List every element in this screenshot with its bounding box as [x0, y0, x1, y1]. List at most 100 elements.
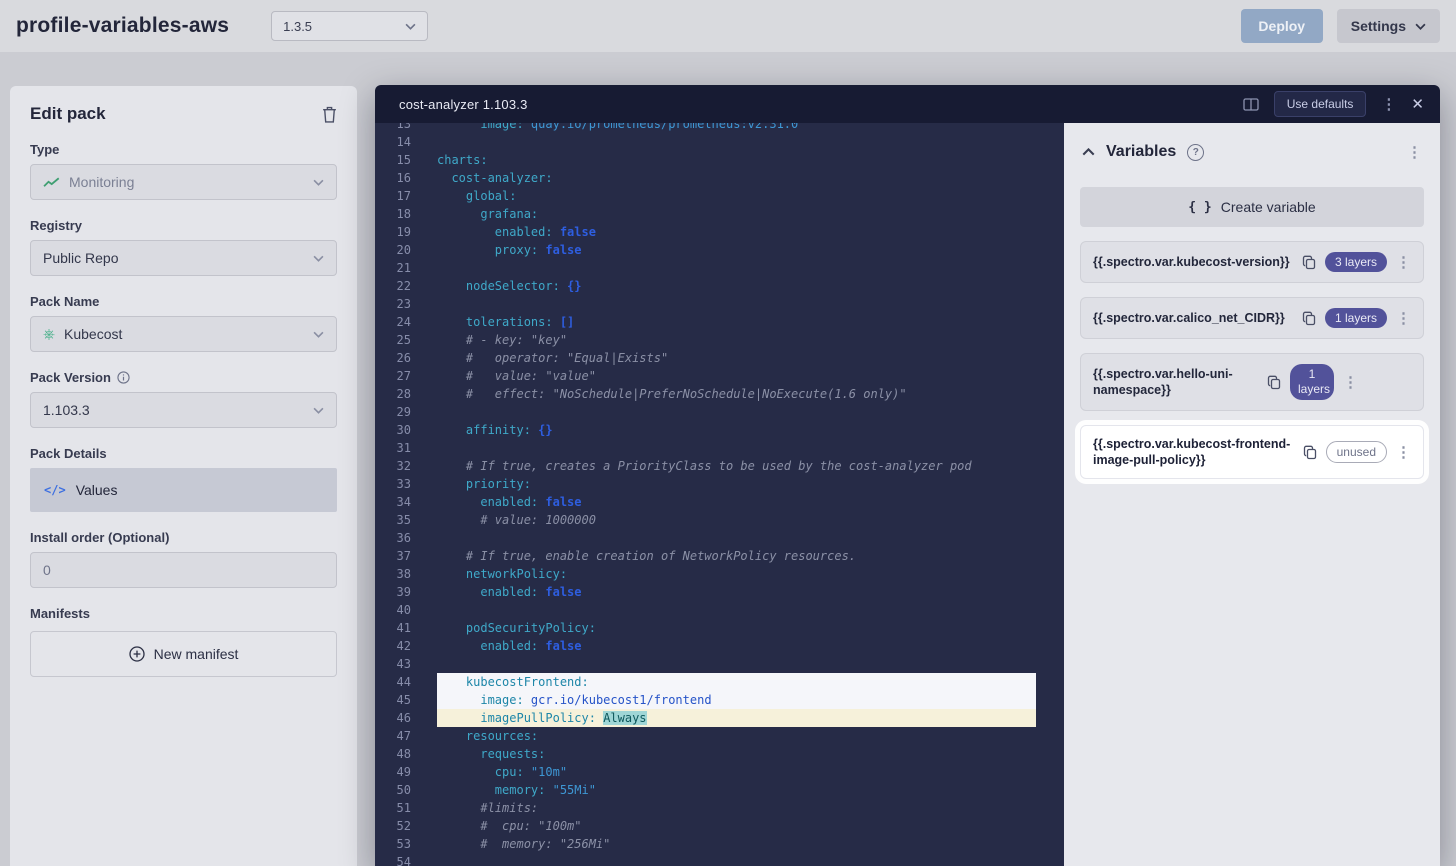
layers-badge: 1 layers: [1325, 308, 1387, 328]
code-line-15[interactable]: 15charts:: [375, 151, 1064, 169]
variables-kebab-icon[interactable]: ⋮: [1407, 145, 1422, 160]
type-label: Type: [30, 142, 337, 157]
pack-version-select[interactable]: 1.103.3: [30, 392, 337, 428]
variable-item[interactable]: {{.spectro.var.hello-uni-namespace}}1 la…: [1080, 353, 1424, 411]
code-line-37[interactable]: 37 # If true, enable creation of Network…: [375, 547, 1064, 565]
code-line-26[interactable]: 26 # operator: "Equal|Exists": [375, 349, 1064, 367]
install-order-input[interactable]: [30, 552, 337, 588]
new-manifest-button[interactable]: New manifest: [30, 631, 337, 677]
line-number: 28: [375, 385, 411, 403]
code-line-45[interactable]: 45 image: gcr.io/kubecost1/frontend: [375, 691, 1064, 709]
line-number: 17: [375, 187, 411, 205]
chevron-down-icon: [405, 23, 416, 30]
code-line-29[interactable]: 29: [375, 403, 1064, 421]
line-content: requests:: [437, 745, 1036, 763]
code-line-52[interactable]: 52 # cpu: "100m": [375, 817, 1064, 835]
code-line-41[interactable]: 41 podSecurityPolicy:: [375, 619, 1064, 637]
copy-icon[interactable]: [1302, 311, 1316, 326]
line-number: 16: [375, 169, 411, 187]
pack-details-values-tab[interactable]: </> Values: [30, 468, 337, 512]
braces-icon: { }: [1188, 200, 1211, 215]
editor-kebab-icon[interactable]: ⋮: [1381, 97, 1396, 112]
code-line-19[interactable]: 19 enabled: false: [375, 223, 1064, 241]
new-manifest-label: New manifest: [154, 646, 239, 662]
code-line-47[interactable]: 47 resources:: [375, 727, 1064, 745]
registry-select[interactable]: Public Repo: [30, 240, 337, 276]
layers-badge: 1 layers: [1290, 364, 1334, 400]
code-line-51[interactable]: 51 #limits:: [375, 799, 1064, 817]
line-number: 47: [375, 727, 411, 745]
code-line-25[interactable]: 25 # - key: "key": [375, 331, 1064, 349]
code-line-23[interactable]: 23: [375, 295, 1064, 313]
code-line-31[interactable]: 31: [375, 439, 1064, 457]
close-icon[interactable]: ✕: [1411, 97, 1424, 112]
variable-kebab-icon[interactable]: ⋮: [1396, 445, 1411, 460]
variable-item[interactable]: {{.spectro.var.kubecost-version}}3 layer…: [1080, 241, 1424, 283]
code-line-24[interactable]: 24 tolerations: []: [375, 313, 1064, 331]
code-line-28[interactable]: 28 # effect: "NoSchedule|PreferNoSchedul…: [375, 385, 1064, 403]
line-content: # - key: "key": [437, 331, 1036, 349]
code-line-44[interactable]: 44 kubecostFrontend:: [375, 673, 1064, 691]
code-line-35[interactable]: 35 # value: 1000000: [375, 511, 1064, 529]
line-number: 30: [375, 421, 411, 439]
code-line-13[interactable]: 13 image: quay.io/prometheus/prometheus:…: [375, 123, 1064, 133]
line-number: 31: [375, 439, 411, 457]
code-line-54[interactable]: 54: [375, 853, 1064, 866]
line-content: cpu: "10m": [437, 763, 1036, 781]
code-line-34[interactable]: 34 enabled: false: [375, 493, 1064, 511]
code-line-50[interactable]: 50 memory: "55Mi": [375, 781, 1064, 799]
copy-icon[interactable]: [1267, 375, 1281, 390]
code-line-14[interactable]: 14: [375, 133, 1064, 151]
code-line-39[interactable]: 39 enabled: false: [375, 583, 1064, 601]
help-icon[interactable]: ?: [1187, 144, 1204, 161]
page-title: profile-variables-aws: [16, 14, 229, 38]
code-line-18[interactable]: 18 grafana:: [375, 205, 1064, 223]
copy-icon[interactable]: [1302, 255, 1316, 270]
collapse-icon[interactable]: [1082, 148, 1095, 156]
deploy-button[interactable]: Deploy: [1241, 9, 1323, 43]
code-line-38[interactable]: 38 networkPolicy:: [375, 565, 1064, 583]
profile-version-select[interactable]: 1.3.5: [271, 11, 428, 41]
copy-icon[interactable]: [1303, 445, 1317, 460]
line-number: 36: [375, 529, 411, 547]
code-line-53[interactable]: 53 # memory: "256Mi": [375, 835, 1064, 853]
code-line-17[interactable]: 17 global:: [375, 187, 1064, 205]
code-line-33[interactable]: 33 priority:: [375, 475, 1064, 493]
variable-item[interactable]: {{.spectro.var.kubecost-frontend-image-p…: [1080, 425, 1424, 479]
code-line-21[interactable]: 21: [375, 259, 1064, 277]
type-select[interactable]: Monitoring: [30, 164, 337, 200]
chevron-down-icon: [313, 255, 324, 262]
chevron-down-icon: [313, 331, 324, 338]
line-content: [437, 133, 1036, 151]
variable-item[interactable]: {{.spectro.var.calico_net_CIDR}}1 layers…: [1080, 297, 1424, 339]
code-line-22[interactable]: 22 nodeSelector: {}: [375, 277, 1064, 295]
code-line-48[interactable]: 48 requests:: [375, 745, 1064, 763]
pack-version-label: Pack Version: [30, 370, 111, 385]
editor-header: cost-analyzer 1.103.3 Use defaults ⋮ ✕: [375, 85, 1440, 123]
diff-view-icon[interactable]: [1243, 98, 1259, 111]
variables-panel: Variables ? ⋮ { } Create variable {{.spe…: [1064, 123, 1440, 866]
code-line-16[interactable]: 16 cost-analyzer:: [375, 169, 1064, 187]
code-line-42[interactable]: 42 enabled: false: [375, 637, 1064, 655]
variable-kebab-icon[interactable]: ⋮: [1396, 311, 1411, 326]
pack-name-select[interactable]: ⎈ Kubecost: [30, 316, 337, 352]
code-line-30[interactable]: 30 affinity: {}: [375, 421, 1064, 439]
code-line-43[interactable]: 43: [375, 655, 1064, 673]
code-line-20[interactable]: 20 proxy: false: [375, 241, 1064, 259]
code-line-32[interactable]: 32 # If true, creates a PriorityClass to…: [375, 457, 1064, 475]
yaml-editor[interactable]: 13 image: quay.io/prometheus/prometheus:…: [375, 123, 1064, 866]
code-line-49[interactable]: 49 cpu: "10m": [375, 763, 1064, 781]
variable-kebab-icon[interactable]: ⋮: [1343, 375, 1358, 390]
line-content: priority:: [437, 475, 1036, 493]
top-bar-actions: Deploy Settings: [1241, 9, 1440, 43]
trash-icon[interactable]: [322, 106, 337, 123]
chevron-down-icon: [313, 407, 324, 414]
variable-kebab-icon[interactable]: ⋮: [1396, 255, 1411, 270]
settings-button[interactable]: Settings: [1337, 9, 1440, 43]
code-line-46[interactable]: 46 imagePullPolicy: Always: [375, 709, 1064, 727]
use-defaults-button[interactable]: Use defaults: [1274, 91, 1367, 117]
code-line-27[interactable]: 27 # value: "value": [375, 367, 1064, 385]
code-line-40[interactable]: 40: [375, 601, 1064, 619]
create-variable-button[interactable]: { } Create variable: [1080, 187, 1424, 227]
code-line-36[interactable]: 36: [375, 529, 1064, 547]
